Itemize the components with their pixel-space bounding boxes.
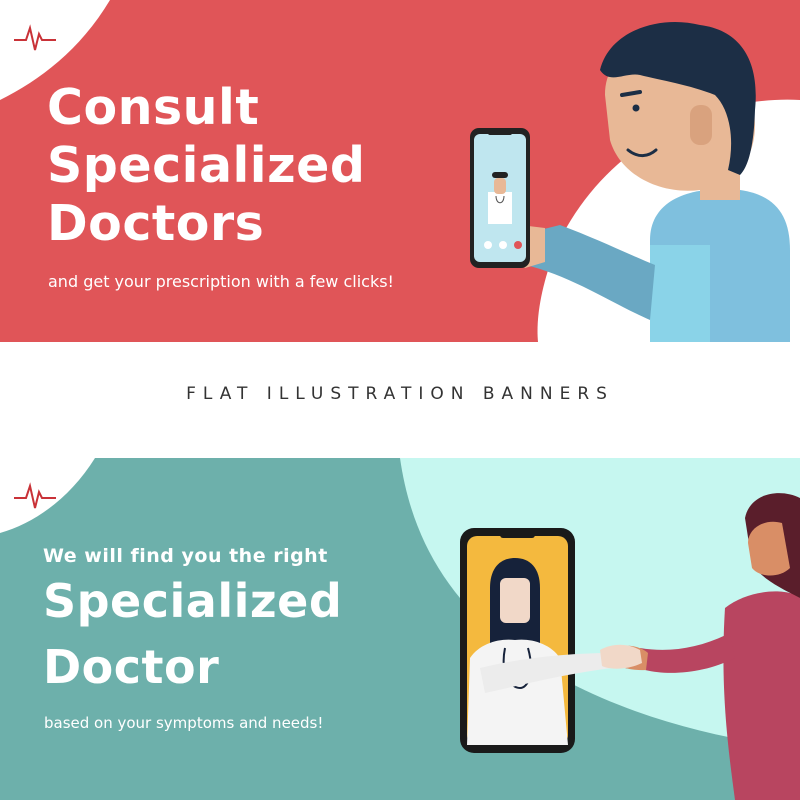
section-title: FLAT ILLUSTRATION BANNERS — [186, 384, 614, 404]
heartbeat-pulse-icon — [14, 482, 56, 509]
headline-line-specialized: Specialized — [47, 137, 366, 194]
headline-line-consult: Consult — [47, 79, 260, 136]
headline-line-specialized: Specialized — [43, 574, 343, 628]
phone-video-call — [470, 128, 530, 268]
banner-2-pre-headline: We will find you the right — [43, 545, 328, 567]
microphone-icon — [484, 241, 492, 249]
heartbeat-pulse-icon — [14, 24, 56, 51]
banner-find-doctor: We will find you the right Specialized D… — [0, 458, 800, 800]
banner-consult-doctors: Consult Specialized Doctors and get your… — [0, 0, 800, 342]
camera-icon — [499, 241, 507, 249]
banner-1-subline: and get your prescription with a few cli… — [48, 272, 394, 291]
hang-up-icon — [514, 241, 522, 249]
headline-line-doctor: Doctor — [43, 640, 220, 694]
banner-2-illustration — [0, 458, 800, 800]
banner-2-subline: based on your symptoms and needs! — [44, 714, 324, 732]
headline-line-doctors: Doctors — [47, 195, 265, 252]
